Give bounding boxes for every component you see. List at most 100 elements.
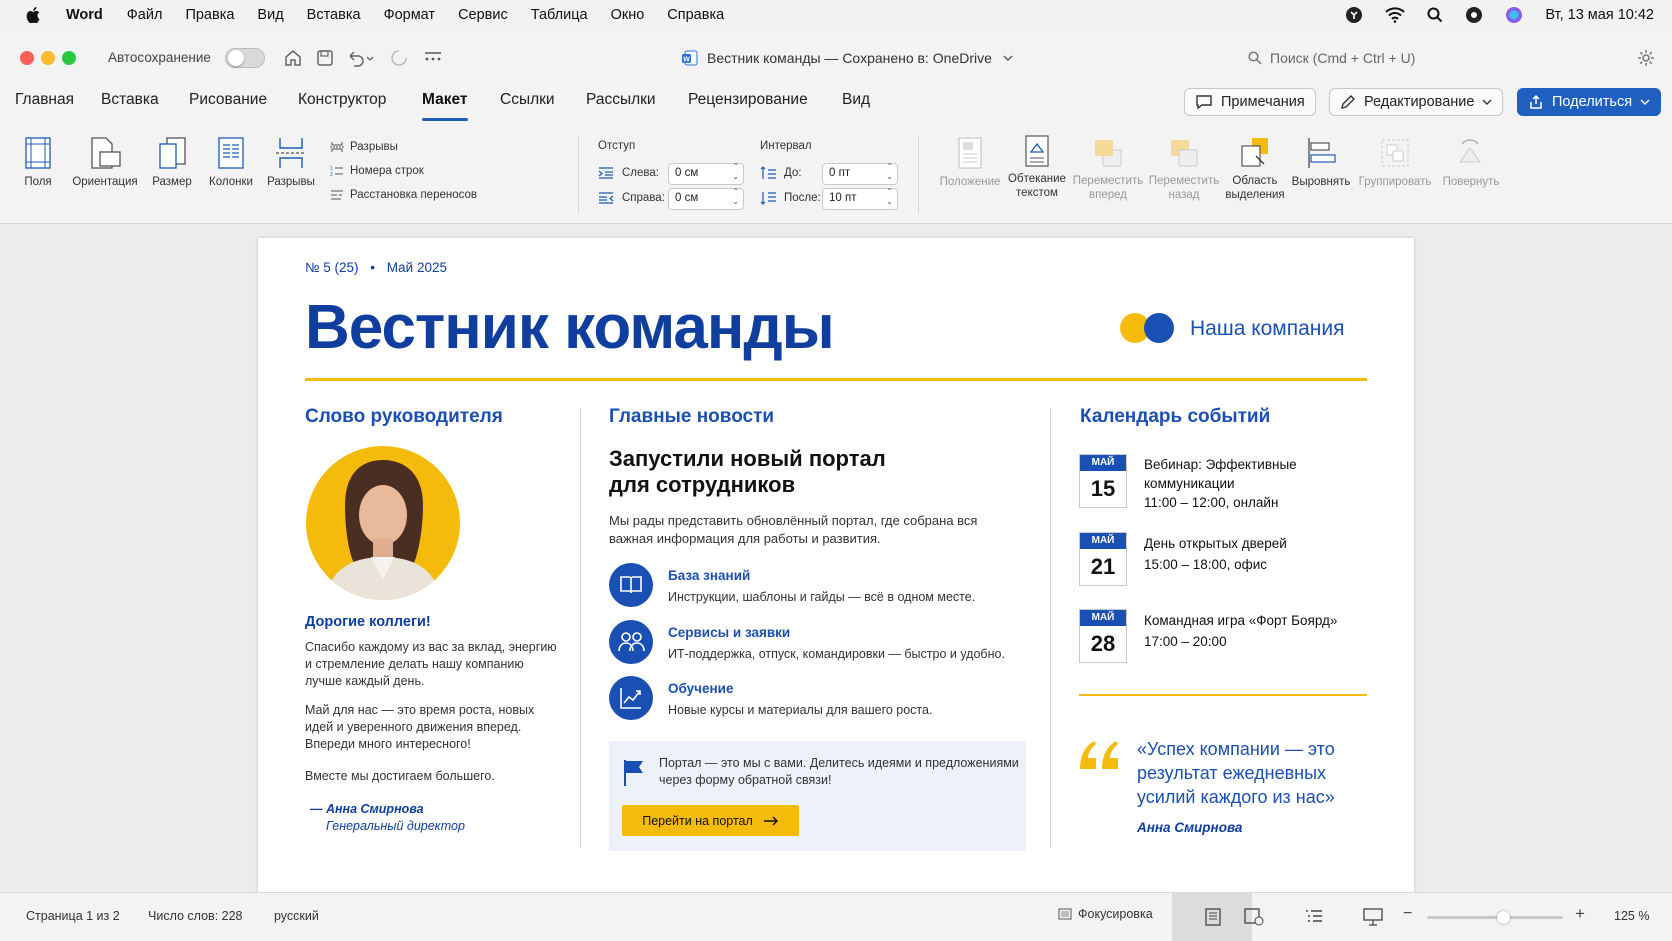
home-icon[interactable] — [284, 49, 302, 67]
control-center-icon[interactable] — [1465, 6, 1483, 24]
document-page[interactable]: № 5 (25) • Май 2025 Вестник команды Наша… — [258, 238, 1414, 898]
news-item-title[interactable]: Обучение — [668, 681, 733, 696]
redo-icon[interactable] — [390, 49, 408, 67]
indent-right-input[interactable]: 0 см — [668, 187, 744, 210]
zoom-window-button[interactable] — [62, 51, 76, 65]
send-backward-button[interactable]: Переместить назад — [1148, 136, 1220, 202]
minimize-window-button[interactable] — [41, 51, 55, 65]
tab-design[interactable]: Конструктор — [298, 88, 386, 128]
tab-draw[interactable]: Рисование — [189, 88, 267, 128]
settings-icon[interactable] — [1636, 48, 1656, 68]
news-item-title[interactable]: Сервисы и заявки — [668, 625, 790, 640]
go-to-portal-button[interactable]: Перейти на портал — [622, 805, 799, 836]
rotate-button[interactable]: Повернуть — [1438, 136, 1504, 188]
web-layout-icon[interactable] — [1244, 908, 1264, 926]
menu-tools[interactable]: Сервис — [458, 7, 508, 23]
group-button[interactable]: Группировать — [1358, 136, 1432, 188]
news-item-text: ИТ-поддержка, отпуск, командировки — быс… — [668, 647, 1005, 661]
spacing-before-input[interactable]: 0 пт — [822, 162, 898, 185]
comments-button[interactable]: Примечания — [1184, 88, 1316, 116]
spacing-after-icon — [760, 192, 776, 205]
language[interactable]: русский — [274, 909, 319, 923]
outline-view-icon[interactable] — [1304, 908, 1324, 926]
menu-format[interactable]: Формат — [384, 7, 436, 23]
news-item-title[interactable]: База знаний — [668, 568, 750, 583]
indent-left-input[interactable]: 0 см — [668, 162, 744, 185]
indent-title: Отступ — [598, 140, 636, 152]
zoom-out-button[interactable]: − — [1403, 905, 1412, 923]
focus-mode-view-icon[interactable] — [1363, 908, 1383, 926]
event-2[interactable]: День открытых дверей 15:00 – 18:00, офис — [1144, 533, 1287, 575]
tab-layout[interactable]: Макет — [422, 88, 468, 128]
columns-button[interactable]: Колонки — [206, 136, 256, 188]
go-to-portal-label: Перейти на портал — [642, 813, 753, 828]
menu-table[interactable]: Таблица — [531, 7, 588, 23]
bring-forward-button[interactable]: Переместить вперед — [1072, 136, 1144, 202]
datetime[interactable]: Вт, 13 мая 10:42 — [1545, 7, 1654, 23]
search-field[interactable]: Поиск (Cmd + Ctrl + U) — [1240, 44, 1600, 72]
menu-insert[interactable]: Вставка — [307, 7, 361, 23]
chevron-down-icon[interactable] — [1003, 55, 1013, 62]
news-item-icon-3 — [609, 676, 653, 720]
zoom-level[interactable]: 125 % — [1614, 909, 1649, 923]
tab-view[interactable]: Вид — [842, 88, 870, 128]
share-button[interactable]: Поделиться — [1517, 88, 1662, 116]
leader-greeting: Дорогие коллеги! — [305, 614, 431, 630]
zoom-slider-thumb[interactable] — [1497, 911, 1510, 924]
breaks-button[interactable]: Разрывы — [264, 136, 318, 188]
position-button[interactable]: Положение — [938, 136, 1002, 188]
margins-button[interactable]: Поля — [18, 136, 58, 188]
event-3[interactable]: Командная игра «Форт Боярд» 17:00 – 20:0… — [1144, 610, 1337, 652]
focus-label: Фокусировка — [1078, 907, 1153, 921]
page-count[interactable]: Страница 1 из 2 — [26, 909, 120, 923]
tab-home[interactable]: Главная — [15, 88, 74, 128]
autosave-toggle[interactable] — [225, 48, 265, 68]
app-name[interactable]: Word — [66, 7, 103, 23]
editing-button[interactable]: Редактирование — [1329, 88, 1504, 116]
undo-icon[interactable] — [346, 49, 374, 67]
breaks-menu[interactable]: Разрывы — [330, 141, 398, 153]
close-window-button[interactable] — [20, 51, 34, 65]
document-title[interactable]: Вестник команды — Сохранено в: OneDrive — [707, 50, 992, 66]
save-icon[interactable] — [316, 49, 334, 67]
zoom-slider[interactable] — [1427, 911, 1563, 924]
focus-button[interactable]: Фокусировка — [1058, 907, 1153, 921]
print-layout-view-button[interactable] — [1172, 893, 1252, 941]
status-app-icon[interactable] — [1345, 6, 1363, 24]
menu-window[interactable]: Окно — [611, 7, 645, 23]
size-button[interactable]: Размер — [150, 136, 194, 188]
quote-author: Анна Смирнова — [1137, 820, 1243, 835]
tab-review[interactable]: Рецензирование — [688, 88, 808, 128]
more-icon[interactable] — [424, 52, 442, 62]
leader-signature-name: — Анна Смирнова — [310, 802, 424, 816]
spacing-after-input[interactable]: 10 пт — [822, 187, 898, 210]
apple-icon[interactable] — [26, 7, 40, 23]
menu-file[interactable]: Файл — [127, 7, 163, 23]
autosave-label: Автосохранение — [108, 50, 211, 65]
wrap-text-button[interactable]: Обтекание текстом — [1005, 134, 1069, 200]
align-button[interactable]: Выровнять — [1290, 136, 1352, 188]
wifi-icon[interactable] — [1385, 7, 1406, 23]
hyphenation-icon — [331, 190, 343, 200]
menu-edit[interactable]: Правка — [185, 7, 234, 23]
siri-icon[interactable] — [1505, 6, 1523, 24]
leader-paragraph-1: Спасибо каждому из вас за вклад, энергию… — [305, 640, 557, 688]
search-icon[interactable] — [1427, 7, 1443, 23]
zoom-in-button[interactable]: + — [1575, 904, 1585, 924]
word-count[interactable]: Число слов: 228 — [148, 909, 243, 923]
tab-insert[interactable]: Вставка — [101, 88, 159, 128]
tab-references[interactable]: Ссылки — [500, 88, 555, 128]
line-numbers-menu[interactable]: 12 Номера строк — [330, 165, 424, 177]
menu-help[interactable]: Справка — [667, 7, 724, 23]
calendar-heading: Календарь событий — [1080, 406, 1271, 427]
menu-view[interactable]: Вид — [257, 7, 283, 23]
newsletter-title: Вестник команды — [305, 293, 835, 362]
chart-icon — [620, 688, 641, 709]
hyphenation-menu[interactable]: Расстановка переносов — [330, 189, 477, 201]
tab-mailings[interactable]: Рассылки — [586, 88, 656, 128]
orientation-button[interactable]: Ориентация — [68, 136, 142, 188]
event-time: 11:00 – 12:00, онлайн — [1144, 495, 1279, 510]
selection-pane-button[interactable]: Область выделения — [1222, 136, 1288, 202]
editing-label: Редактирование — [1364, 94, 1475, 110]
event-1[interactable]: Вебинар: Эффективные коммуникации 11:00 … — [1144, 455, 1297, 512]
